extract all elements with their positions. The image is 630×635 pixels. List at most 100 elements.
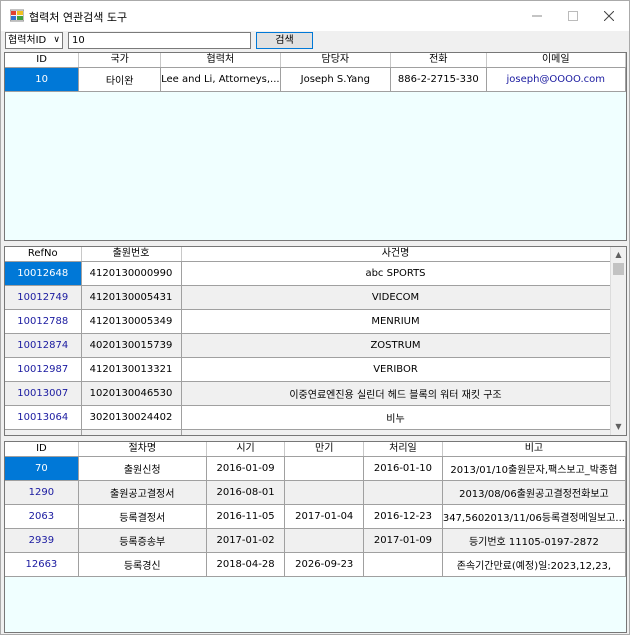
cell-partner[interactable]: Lee and Li, Attorneys,... xyxy=(160,67,281,92)
cell-app-number[interactable]: 3020130024402 xyxy=(81,405,182,430)
cell-app-number[interactable]: 4120130005431 xyxy=(81,285,182,310)
cell-case-name[interactable]: VERIBOR xyxy=(181,357,611,382)
table-row[interactable]: 2063 등록결정서 2016-11-05 2017-01-04 2016-12… xyxy=(5,504,626,529)
cell-phone[interactable]: 886-2-2715-330 xyxy=(390,67,487,92)
col-header-partner[interactable]: 협력처 xyxy=(160,53,281,68)
cell-due[interactable]: 2017-01-04 xyxy=(284,504,365,529)
col-header-procedure[interactable]: 절차명 xyxy=(78,442,207,457)
cell-case-name[interactable]: 이중연료엔진용 실린더 헤드 블록의 워터 재킷 구조 xyxy=(181,381,611,406)
minimize-button[interactable] xyxy=(519,1,555,31)
cell-note[interactable]: 2013/01/10출원문자,팩스보고_박종협 xyxy=(442,456,626,481)
table-row[interactable]: 10013064 3020130024402 비누 xyxy=(5,405,611,430)
maximize-button[interactable] xyxy=(555,1,591,31)
cell-due[interactable] xyxy=(284,480,365,505)
cell-refno[interactable]: 10013007 xyxy=(5,381,82,406)
cell-app-number[interactable]: 4120130005349 xyxy=(81,309,182,334)
cell-date[interactable]: 2016-08-01 xyxy=(206,480,286,505)
table-row[interactable]: 10012987 4120130013321 VERIBOR xyxy=(5,357,611,382)
cell-note[interactable]: 347,5602013/11/06등록결정메일보고... xyxy=(442,504,626,529)
scroll-up-icon[interactable]: ▲ xyxy=(611,247,626,263)
cell-procedure[interactable]: 출원신청 xyxy=(78,456,207,481)
cell-due[interactable] xyxy=(284,456,365,481)
cell-processed[interactable]: 2017-01-09 xyxy=(363,528,443,553)
col-header-id[interactable]: ID xyxy=(5,442,79,457)
cell-country[interactable]: 타이완 xyxy=(78,67,162,92)
cell-id[interactable]: 12663 xyxy=(5,552,79,577)
chevron-down-icon[interactable]: ∨ xyxy=(53,33,60,48)
col-header-processed[interactable]: 처리일 xyxy=(363,442,443,457)
scroll-down-icon[interactable]: ▼ xyxy=(611,419,626,435)
table-row-partial[interactable] xyxy=(5,429,611,435)
col-header-note[interactable]: 비고 xyxy=(442,442,626,457)
cell-refno[interactable]: 10012788 xyxy=(5,309,82,334)
table-row[interactable]: 12663 등록경신 2018-04-28 2026-09-23 존속기간만료(… xyxy=(5,552,626,577)
case-grid[interactable]: RefNo 출원번호 사건명 10012648 4120130000990 ab… xyxy=(4,246,627,436)
procedure-grid[interactable]: ID 절차명 시기 만기 처리일 비고 70 출원신청 2016-01-09 2… xyxy=(4,441,627,633)
cell-case-name[interactable]: VIDECOM xyxy=(181,285,611,310)
cell-procedure[interactable]: 등록경신 xyxy=(78,552,207,577)
cell-due[interactable] xyxy=(284,528,365,553)
table-row[interactable]: 10012788 4120130005349 MENRIUM xyxy=(5,309,611,334)
cell-refno[interactable]: 10013064 xyxy=(5,405,82,430)
cell-refno[interactable]: 10012749 xyxy=(5,285,82,310)
close-button[interactable] xyxy=(591,1,627,31)
cell-case-name[interactable]: MENRIUM xyxy=(181,309,611,334)
table-row[interactable]: 10013007 1020130046530 이중연료엔진용 실린더 헤드 블록… xyxy=(5,381,611,406)
search-field-combo[interactable]: 협력처ID ∨ xyxy=(5,32,63,49)
cell-refno[interactable]: 10012648 xyxy=(5,261,82,286)
col-header-due[interactable]: 만기 xyxy=(284,442,365,457)
cell-procedure[interactable]: 등록결정서 xyxy=(78,504,207,529)
cell-note[interactable]: 존속기간만료(예정)일:2023,12,23, xyxy=(442,552,626,577)
col-header-case-name[interactable]: 사건명 xyxy=(181,247,611,262)
table-row[interactable]: 10 타이완 Lee and Li, Attorneys,... Joseph … xyxy=(5,67,626,92)
cell-id[interactable]: 2939 xyxy=(5,528,79,553)
table-row[interactable]: 10012648 4120130000990 abc SPORTS xyxy=(5,261,611,286)
cell-id[interactable]: 70 xyxy=(5,456,79,481)
col-header-contact[interactable]: 담당자 xyxy=(280,53,392,68)
cell-app-number[interactable]: 4120130013321 xyxy=(81,357,182,382)
col-header-date[interactable]: 시기 xyxy=(206,442,286,457)
cell-id[interactable]: 1290 xyxy=(5,480,79,505)
cell-refno[interactable]: 10012987 xyxy=(5,357,82,382)
table-row[interactable]: 70 출원신청 2016-01-09 2016-01-10 2013/01/10… xyxy=(5,456,626,481)
cell-case-name[interactable]: 비누 xyxy=(181,405,611,430)
col-header-id[interactable]: ID xyxy=(5,53,80,68)
cell-case-name[interactable]: ZOSTRUM xyxy=(181,333,611,358)
scroll-thumb[interactable] xyxy=(613,263,624,275)
table-row[interactable]: 10012874 4020130015739 ZOSTRUM xyxy=(5,333,611,358)
col-header-phone[interactable]: 전화 xyxy=(390,53,487,68)
cell-due[interactable]: 2026-09-23 xyxy=(284,552,365,577)
col-header-country[interactable]: 국가 xyxy=(78,53,162,68)
cell-processed[interactable]: 2016-12-23 xyxy=(363,504,443,529)
cell-app-number[interactable]: 1020130046530 xyxy=(81,381,182,406)
search-button[interactable]: 검색 xyxy=(256,32,313,49)
case-grid-scrollbar[interactable]: ▲ ▼ xyxy=(610,247,626,435)
cell-processed[interactable]: 2016-01-10 xyxy=(363,456,443,481)
cell-date[interactable]: 2018-04-28 xyxy=(206,552,286,577)
cell-note[interactable]: 등기번호 11105-0197-2872 xyxy=(442,528,626,553)
cell-contact[interactable]: Joseph S.Yang xyxy=(280,67,392,92)
cell-id[interactable]: 10 xyxy=(5,67,80,92)
cell-id[interactable]: 2063 xyxy=(5,504,79,529)
cell-date[interactable]: 2017-01-02 xyxy=(206,528,286,553)
search-input[interactable]: 10 xyxy=(68,32,251,49)
cell-email[interactable]: joseph@OOOO.com xyxy=(486,67,626,92)
cell-processed[interactable] xyxy=(363,480,443,505)
col-header-email[interactable]: 이메일 xyxy=(486,53,626,68)
cell-app-number[interactable]: 4120130000990 xyxy=(81,261,182,286)
cell-procedure[interactable]: 등록증송부 xyxy=(78,528,207,553)
cell-processed[interactable] xyxy=(363,552,443,577)
cell-procedure[interactable]: 출원공고결정서 xyxy=(78,480,207,505)
cell-refno[interactable]: 10012874 xyxy=(5,333,82,358)
table-row[interactable]: 10012749 4120130005431 VIDECOM xyxy=(5,285,611,310)
table-row[interactable]: 1290 출원공고결정서 2016-08-01 2013/08/06출원공고결정… xyxy=(5,480,626,505)
cell-note[interactable]: 2013/08/06출원공고결정전화보고 xyxy=(442,480,626,505)
cell-app-number[interactable]: 4020130015739 xyxy=(81,333,182,358)
col-header-refno[interactable]: RefNo xyxy=(5,247,82,262)
cell-date[interactable]: 2016-11-05 xyxy=(206,504,286,529)
cell-case-name[interactable]: abc SPORTS xyxy=(181,261,611,286)
table-row[interactable]: 2939 등록증송부 2017-01-02 2017-01-09 등기번호 11… xyxy=(5,528,626,553)
partner-grid[interactable]: ID 국가 협력처 담당자 전화 이메일 10 타이완 Lee and Li, … xyxy=(4,52,627,241)
col-header-app-number[interactable]: 출원번호 xyxy=(81,247,182,262)
cell-date[interactable]: 2016-01-09 xyxy=(206,456,286,481)
